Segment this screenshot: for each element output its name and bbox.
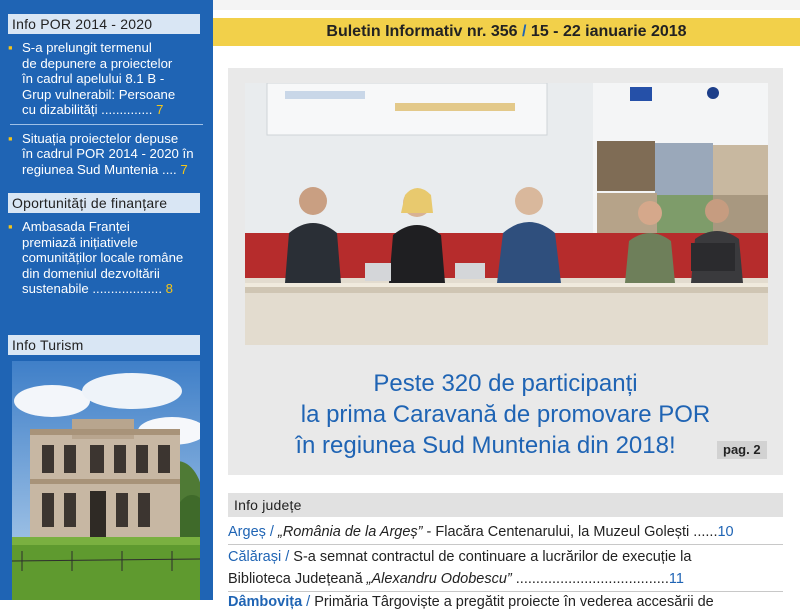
page-number: 7 xyxy=(180,161,188,177)
page-number: 8 xyxy=(165,281,174,296)
bullet-icon: ▪ xyxy=(8,219,13,234)
bulletin-title: Buletin Informativ nr. 356 xyxy=(326,23,518,40)
news-item-dambovita[interactable]: Dâmbovița / Primăria Târgoviște a pregăt… xyxy=(228,591,783,613)
sidebar-news-text: S-a prelungit termenul de depunere a pro… xyxy=(22,40,176,117)
sidebar-news-text: Ambasada Franței premiază inițiativele c… xyxy=(22,219,184,296)
sidebar-news-item[interactable]: ▪ Situația proiectelor depuse în cadrul … xyxy=(0,131,213,178)
sidebar-heading-info-turism: Info Turism xyxy=(8,335,200,355)
main-story-headline[interactable]: Peste 320 de participanți la prima Carav… xyxy=(228,368,783,461)
bulletin-slash: / xyxy=(522,23,527,40)
sidebar-heading-info-por: Info POR 2014 - 2020 xyxy=(8,14,200,34)
bulletin-dates: 15 - 22 ianuarie 2018 xyxy=(530,23,687,40)
ministry-emblem-icon xyxy=(707,87,719,99)
county-label: Argeș xyxy=(228,524,266,540)
section-heading-info-judete: Info județe xyxy=(228,493,783,517)
sidebar-news-item[interactable]: ▪ S-a prelungit termenul de depunere a p… xyxy=(0,40,213,118)
eu-flag-icon xyxy=(630,87,652,101)
top-stripe xyxy=(213,0,800,10)
page-number: 10 xyxy=(717,524,734,540)
bullet-icon: ▪ xyxy=(8,40,13,55)
news-item-calarasi[interactable]: Călărași / S-a semnat contractul de cont… xyxy=(228,546,783,590)
main-story-photo[interactable] xyxy=(245,83,768,345)
sidebar-news-text: Situația proiectelor depuse în cadrul PO… xyxy=(22,130,194,177)
sidebar-heading-oportunitati: Oportunități de finanțare xyxy=(8,193,200,213)
conference-photo-illustration xyxy=(245,83,768,345)
tourism-photo[interactable] xyxy=(12,361,200,600)
page-number: 7 xyxy=(156,102,164,117)
bulletin-header: Buletin Informativ nr. 356 / 15 - 22 ian… xyxy=(213,18,800,46)
palace-ruin-illustration xyxy=(12,361,200,600)
county-label: Călărași xyxy=(228,549,282,565)
bullet-icon: ▪ xyxy=(8,130,13,146)
county-label: Dâmbovița xyxy=(228,594,303,610)
sidebar-news-item[interactable]: ▪ Ambasada Franței premiază inițiativele… xyxy=(0,219,213,297)
divider xyxy=(228,544,783,545)
page-reference-badge[interactable]: pag. 2 xyxy=(717,441,767,459)
news-item-arges[interactable]: Argeș / „România de la Argeș” - Flacăra … xyxy=(228,521,783,543)
page-number: 11 xyxy=(668,571,684,587)
